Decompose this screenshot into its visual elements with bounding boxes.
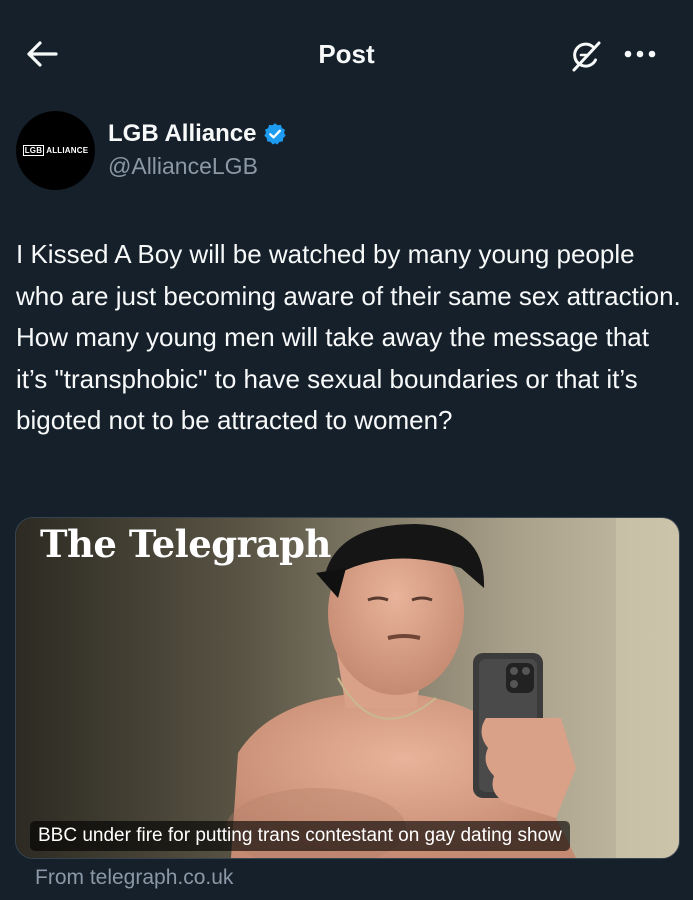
lgb-alliance-logo: LGB ALLIANCE xyxy=(22,145,89,156)
avatar[interactable]: LGB ALLIANCE xyxy=(16,111,95,190)
author-handle[interactable]: @AllianceLGB xyxy=(108,151,258,181)
author-name-row[interactable]: LGB Alliance xyxy=(108,118,287,150)
card-source[interactable]: From telegraph.co.uk xyxy=(35,863,233,893)
link-preview-card[interactable]: The Telegraph BBC under fire for putting… xyxy=(15,517,680,859)
more-horizontal-icon xyxy=(624,50,656,58)
post-detail-screen: Post LGB ALLIANCE LGB Alliance @Alliance… xyxy=(0,0,693,900)
grok-button[interactable] xyxy=(566,36,606,76)
grok-icon xyxy=(572,41,601,72)
publisher-logo: The Telegraph xyxy=(40,522,331,566)
post-text: I Kissed A Boy will be watched by many y… xyxy=(16,239,688,435)
top-nav-bar: Post xyxy=(0,0,693,108)
verified-badge-icon xyxy=(263,122,287,146)
card-headline: BBC under fire for putting trans contest… xyxy=(30,821,570,851)
author-name[interactable]: LGB Alliance xyxy=(108,118,256,150)
more-options-button[interactable] xyxy=(620,36,660,72)
